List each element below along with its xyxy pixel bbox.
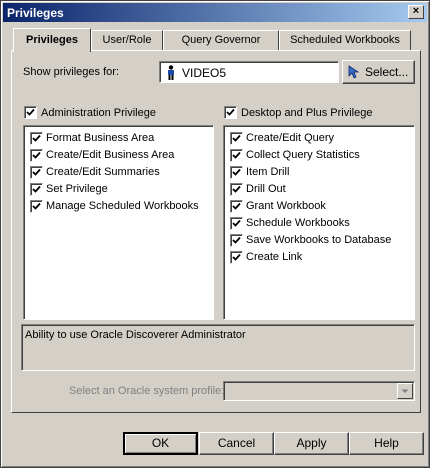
item-label: Schedule Workbooks bbox=[246, 217, 350, 229]
desktop-privilege-checkbox[interactable] bbox=[224, 106, 237, 119]
cancel-button[interactable]: Cancel bbox=[199, 432, 274, 455]
select-button[interactable]: Select... bbox=[342, 60, 415, 84]
title-bar: Privileges × bbox=[3, 3, 427, 22]
checkbox[interactable] bbox=[230, 251, 243, 264]
tab-scheduled-workbooks[interactable]: Scheduled Workbooks bbox=[279, 30, 411, 50]
desktop-privilege-label: Desktop and Plus Privilege bbox=[241, 107, 373, 119]
checkbox[interactable] bbox=[230, 132, 243, 145]
tab-query-governor[interactable]: Query Governor bbox=[163, 30, 279, 50]
admin-privilege-label: Administration Privilege bbox=[41, 107, 156, 119]
cursor-icon bbox=[348, 65, 362, 82]
close-button[interactable]: × bbox=[408, 5, 424, 19]
item-label: Manage Scheduled Workbooks bbox=[46, 200, 199, 212]
checkbox[interactable] bbox=[230, 166, 243, 179]
show-privileges-label: Show privileges for: bbox=[23, 66, 119, 78]
item-label: Create Link bbox=[246, 251, 303, 263]
window-title: Privileges bbox=[7, 6, 64, 20]
privilege-description: Ability to use Oracle Discoverer Adminis… bbox=[21, 324, 415, 371]
checkbox[interactable] bbox=[30, 132, 43, 145]
user-value: VIDEO5 bbox=[182, 66, 227, 80]
ok-button[interactable]: OK bbox=[123, 432, 198, 455]
select-button-label: Select... bbox=[365, 65, 409, 79]
privileges-dialog: Privileges × Privileges User/Role Query … bbox=[0, 0, 430, 468]
checkbox[interactable] bbox=[230, 200, 243, 213]
item-label: Create/Edit Query bbox=[246, 132, 335, 144]
checkbox[interactable] bbox=[230, 149, 243, 162]
item-label: Create/Edit Summaries bbox=[46, 166, 160, 178]
system-profile-select[interactable] bbox=[223, 381, 415, 401]
item-label: Set Privilege bbox=[46, 183, 108, 195]
item-label: Drill Out bbox=[246, 183, 286, 195]
user-field[interactable]: VIDEO5 bbox=[159, 61, 339, 83]
item-label: Save Workbooks to Database bbox=[246, 234, 392, 246]
user-icon bbox=[166, 65, 176, 83]
checkbox[interactable] bbox=[230, 234, 243, 247]
apply-button[interactable]: Apply bbox=[274, 432, 349, 455]
help-button[interactable]: Help bbox=[349, 432, 424, 455]
desktop-privilege-list[interactable]: Create/Edit Query Collect Query Statisti… bbox=[223, 125, 415, 320]
checkbox[interactable] bbox=[30, 166, 43, 179]
item-label: Format Business Area bbox=[46, 132, 155, 144]
admin-privilege-list[interactable]: Format Business Area Create/Edit Busines… bbox=[23, 125, 214, 320]
admin-privilege-checkbox[interactable] bbox=[24, 106, 37, 119]
item-label: Create/Edit Business Area bbox=[46, 149, 175, 161]
item-label: Grant Workbook bbox=[246, 200, 326, 212]
description-text: Ability to use Oracle Discoverer Adminis… bbox=[25, 329, 246, 341]
item-label: Item Drill bbox=[246, 166, 290, 178]
tab-user-role[interactable]: User/Role bbox=[91, 30, 163, 50]
tab-privileges[interactable]: Privileges bbox=[13, 28, 91, 52]
checkbox[interactable] bbox=[30, 200, 43, 213]
checkbox[interactable] bbox=[230, 183, 243, 196]
checkbox[interactable] bbox=[30, 183, 43, 196]
system-profile-label: Select an Oracle system profile: bbox=[69, 385, 225, 397]
checkbox[interactable] bbox=[230, 217, 243, 230]
item-label: Collect Query Statistics bbox=[246, 149, 360, 161]
checkbox[interactable] bbox=[30, 149, 43, 162]
chevron-down-icon[interactable] bbox=[397, 383, 413, 399]
